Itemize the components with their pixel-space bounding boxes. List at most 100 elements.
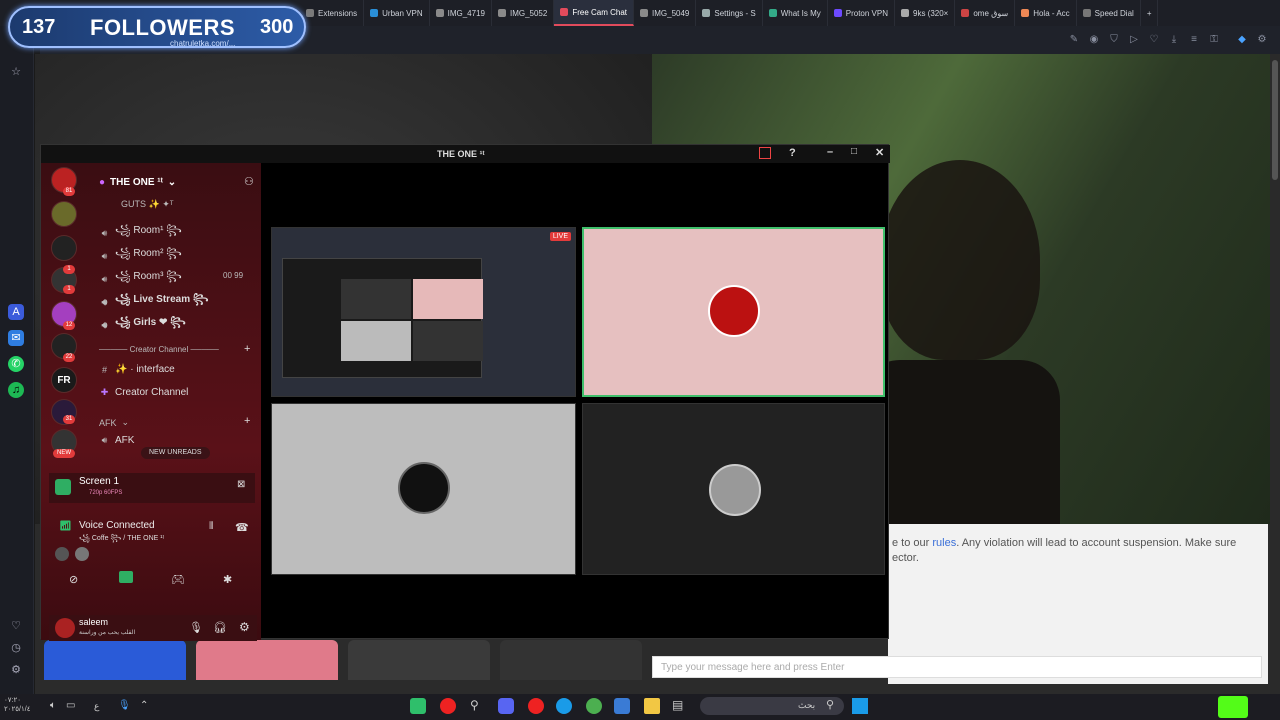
scrollbar-thumb[interactable] bbox=[1272, 60, 1278, 180]
mic-icon[interactable]: 🎙︎ bbox=[189, 621, 203, 634]
app-icon[interactable]: A bbox=[8, 304, 24, 320]
opera-icon[interactable] bbox=[440, 698, 456, 714]
taskbar-search[interactable]: بحث ⚲ bbox=[700, 697, 844, 715]
stream-tile[interactable]: LIVE bbox=[271, 227, 576, 397]
browser-tab[interactable]: Hola - Acc bbox=[1015, 0, 1077, 26]
language-indicator[interactable]: ع bbox=[94, 701, 99, 712]
server-fr-icon[interactable]: FR bbox=[51, 367, 77, 393]
add-friend-icon[interactable]: ⚇ bbox=[244, 175, 254, 188]
help-icon[interactable]: ? bbox=[789, 147, 796, 159]
channel-room2[interactable]: 🔊︎ ꧁ Room² ꧂ bbox=[99, 246, 182, 266]
taskview-icon[interactable]: ▤ bbox=[672, 698, 688, 714]
vivaldi-icon[interactable] bbox=[528, 698, 544, 714]
menu-icon[interactable]: ≡ bbox=[1188, 34, 1200, 46]
gamepad-icon[interactable]: 🎮︎ bbox=[171, 573, 185, 586]
network-icon[interactable]: ▭ bbox=[66, 700, 75, 711]
inbox-icon[interactable] bbox=[759, 147, 771, 159]
chat-message-input[interactable]: Type your message here and press Enter bbox=[652, 656, 1262, 678]
camera-icon[interactable]: ◉ bbox=[1088, 34, 1100, 46]
heart-icon[interactable]: ♡ bbox=[1148, 34, 1160, 46]
channel-girls[interactable]: 🔊︎ ꧁ Girls ❤ ꧂ bbox=[99, 315, 186, 335]
channel-creator[interactable]: ✚ Creator Channel bbox=[99, 387, 189, 398]
new-unreads-pill[interactable]: NEW UNREADS bbox=[141, 447, 210, 459]
screen-share-icon[interactable] bbox=[119, 571, 133, 583]
taskbar-clock[interactable]: ٠٧:٢٠ ٢٠٢٥/١/٤ bbox=[4, 696, 30, 714]
chrome-icon[interactable] bbox=[586, 698, 602, 714]
category-afk[interactable]: AFK ⌄ bbox=[99, 417, 129, 428]
browser-tab[interactable]: What Is My bbox=[763, 0, 828, 26]
server-icon[interactable] bbox=[51, 201, 77, 227]
edit-icon[interactable]: ✎ bbox=[1068, 34, 1080, 46]
user-settings-icon[interactable]: ⚙ bbox=[239, 620, 250, 634]
maximize-button[interactable]: □ bbox=[851, 146, 857, 157]
gear-icon[interactable]: ⚙ bbox=[8, 662, 24, 678]
folder-icon[interactable] bbox=[644, 698, 660, 714]
browser-tab[interactable]: Proton VPN bbox=[828, 0, 895, 26]
browser-tab[interactable]: Urban VPN bbox=[364, 0, 430, 26]
mode-tile[interactable] bbox=[500, 640, 642, 680]
noise-suppression-icon[interactable]: ⦀ bbox=[209, 521, 213, 532]
channel-room3[interactable]: 🔊︎ ꧁ Room³ ꧂ bbox=[99, 269, 182, 289]
chevron-up-icon[interactable]: ⌃ bbox=[140, 700, 148, 711]
browser-tab[interactable]: Free Cam Chat bbox=[554, 0, 635, 26]
avatar[interactable] bbox=[55, 547, 69, 561]
play-icon[interactable]: ▷ bbox=[1128, 34, 1140, 46]
channel-room1[interactable]: 🔊︎ ꧁ Room¹ ꧂ bbox=[99, 223, 182, 243]
browser-tab[interactable]: IMG_4719 bbox=[430, 0, 492, 26]
rules-link[interactable]: rules bbox=[932, 537, 956, 549]
app-icon[interactable] bbox=[410, 698, 426, 714]
edge-icon[interactable] bbox=[556, 698, 572, 714]
close-button[interactable]: ✕ bbox=[875, 146, 884, 159]
channel-interface[interactable]: # ✨ · interface bbox=[99, 364, 175, 375]
settings-icon[interactable]: ⚙ bbox=[1256, 34, 1268, 46]
server-name[interactable]: ● THE ONE ¹ᵗ ⌄ bbox=[99, 177, 176, 188]
windows-start-icon[interactable] bbox=[852, 698, 868, 714]
participant-tile[interactable] bbox=[582, 403, 885, 575]
category-creator[interactable]: ───── Creator Channel ───── bbox=[99, 345, 219, 354]
server-icon[interactable] bbox=[51, 235, 77, 261]
spotify-icon[interactable]: ♫ bbox=[8, 382, 24, 398]
disconnect-icon[interactable]: ☎ bbox=[235, 521, 249, 534]
user-avatar[interactable] bbox=[55, 618, 75, 638]
browser-tab[interactable]: Settings - S bbox=[696, 0, 763, 26]
lock-icon[interactable]: ⚿ bbox=[1208, 34, 1220, 46]
search-icon[interactable]: ⚲ bbox=[470, 698, 486, 714]
messenger-icon[interactable]: ✉ bbox=[8, 330, 24, 346]
participant-tile[interactable] bbox=[271, 403, 576, 575]
calculator-icon[interactable] bbox=[614, 698, 630, 714]
headphones-icon[interactable]: 🎧︎ bbox=[213, 621, 227, 634]
mode-tile[interactable] bbox=[196, 640, 338, 680]
add-channel-icon[interactable]: + bbox=[244, 343, 250, 355]
vpn-icon[interactable]: ◆ bbox=[1236, 34, 1248, 46]
stop-stream-icon[interactable]: ⊠ bbox=[237, 479, 245, 490]
screen-share-card[interactable]: Screen 1 720p 60FPS ⊠ bbox=[49, 473, 255, 503]
clock-icon[interactable]: ◷ bbox=[8, 640, 24, 656]
star-icon[interactable]: ☆ bbox=[8, 64, 24, 80]
mode-tile[interactable] bbox=[44, 640, 186, 680]
whatsapp-icon[interactable]: ✆ bbox=[8, 356, 24, 372]
participant-tile-speaking[interactable] bbox=[582, 227, 885, 397]
new-tab-button[interactable]: + bbox=[1141, 0, 1159, 26]
browser-tab[interactable]: 9ks (320× bbox=[895, 0, 956, 26]
mode-tile[interactable] bbox=[348, 640, 490, 680]
channel-afk[interactable]: 🔊︎ AFK bbox=[99, 435, 135, 446]
download-icon[interactable]: ⤓ bbox=[1168, 34, 1180, 46]
minimize-button[interactable]: – bbox=[827, 146, 833, 158]
mic-icon[interactable]: 🎙︎ bbox=[118, 700, 131, 711]
browser-tab[interactable]: ome سوق bbox=[955, 0, 1016, 26]
avatar[interactable] bbox=[75, 547, 89, 561]
channel-live-stream[interactable]: 🔊︎ ꧁ Live Stream ꧂ bbox=[99, 292, 209, 312]
browser-tab[interactable]: IMG_5049 bbox=[634, 0, 697, 26]
browser-tab[interactable]: Speed Dial bbox=[1077, 0, 1141, 26]
add-channel-icon[interactable]: + bbox=[244, 415, 250, 427]
signal-icon[interactable]: 📶︎ bbox=[59, 521, 72, 532]
soundboard-icon[interactable]: ✱ bbox=[223, 573, 232, 586]
camera-off-icon[interactable]: ⊘ bbox=[69, 573, 78, 586]
heart-icon[interactable]: ♡ bbox=[8, 618, 24, 634]
shield-icon[interactable]: ⛉ bbox=[1108, 34, 1120, 46]
discord-icon[interactable] bbox=[498, 698, 514, 714]
speaker-icon[interactable]: 🔈︎ bbox=[50, 700, 56, 711]
browser-tab[interactable]: IMG_5052 bbox=[492, 0, 555, 26]
screen-share-title: Screen 1 bbox=[79, 476, 120, 487]
browser-tab[interactable]: Extensions bbox=[300, 0, 365, 26]
